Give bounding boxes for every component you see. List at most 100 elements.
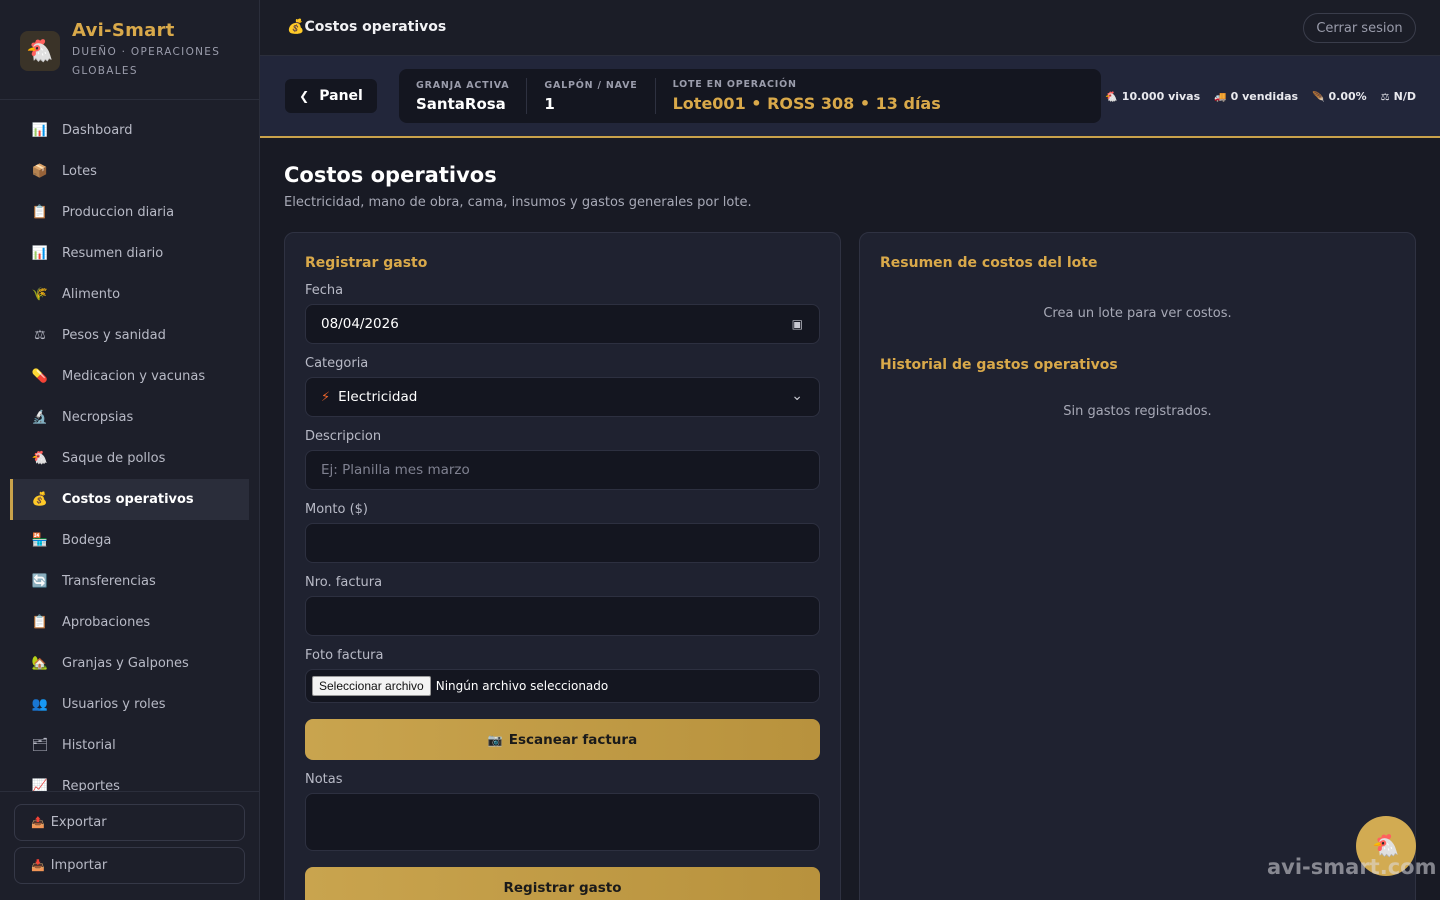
sidebar-item-lotes[interactable]: 📦 Lotes [10, 151, 249, 192]
sidebar-item-usuarios-y-roles[interactable]: 👥 Usuarios y roles [10, 684, 249, 725]
description-input[interactable]: Ej: Planilla mes marzo [305, 450, 820, 490]
sidebar-item-label: Resumen diario [62, 246, 164, 261]
aprobaciones-icon: 📋 [31, 615, 49, 630]
sidebar-item-produccion-diaria[interactable]: 📋 Produccion diaria [10, 192, 249, 233]
file-status: Ningún archivo seleccionado [435, 679, 609, 693]
saque-de-pollos-icon: 🐔 [31, 451, 49, 466]
chevron-down-icon: ⌄ [791, 388, 803, 404]
import-icon: 📥 [31, 859, 45, 872]
topbar: 💰Costos operativos Cerrar sesion [260, 0, 1440, 56]
sidebar-item-label: Alimento [62, 287, 121, 302]
stat-mortality-icon: 🪶 [1312, 92, 1325, 103]
scan-invoice-button[interactable]: 📷 Escanear factura [305, 719, 820, 760]
brand: 🐔 Avi-Smart DUEÑO · OPERACIONES GLOBALES [0, 0, 259, 100]
expense-history-empty: Sin gastos registrados. [1063, 404, 1212, 419]
invoice-number-label: Nro. factura [305, 575, 383, 590]
context-bar: ❮ Panel GRANJA ACTIVA SantaRosa GALPÓN /… [260, 56, 1440, 138]
user-role-line1: DUEÑO · OPERACIONES [72, 46, 221, 58]
active-shed-label: GALPÓN / NAVE [544, 79, 638, 91]
alimento-icon: 🌾 [31, 287, 49, 302]
topbar-title: 💰Costos operativos [287, 19, 446, 35]
amount-input[interactable] [305, 523, 820, 563]
user-role-line2: GLOBALES [72, 65, 138, 77]
money-bag-icon: 💰 [287, 19, 305, 35]
medicacion-y-vacunas-icon: 💊 [31, 369, 49, 384]
sidebar-item-reportes[interactable]: 📈 Reportes [10, 766, 249, 791]
active-shed: GALPÓN / NAVE 1 [527, 78, 656, 114]
sidebar-item-label: Historial [62, 738, 116, 753]
register-expense-button[interactable]: Registrar gasto [305, 867, 820, 900]
sidebar-item-label: Costos operativos [62, 492, 194, 507]
calendar-icon[interactable]: ▣ [792, 317, 803, 331]
sidebar-item-resumen-diario[interactable]: 📊 Resumen diario [10, 233, 249, 274]
date-input[interactable]: 08/04/2026 ▣ [305, 304, 820, 344]
sidebar-item-label: Lotes [62, 164, 97, 179]
reportes-icon: 📈 [31, 779, 49, 791]
export-button[interactable]: 📤 Exportar [14, 804, 245, 841]
sidebar-item-label: Aprobaciones [62, 615, 151, 630]
chevron-left-icon: ❮ [299, 89, 310, 103]
amount-label: Monto ($) [305, 502, 369, 517]
stat-weight-icon: ⚖ [1380, 92, 1390, 103]
sidebar-item-transferencias[interactable]: 🔄 Transferencias [10, 561, 249, 602]
notes-textarea[interactable] [305, 793, 820, 851]
register-expense-title: Registrar gasto [305, 255, 428, 271]
historial-icon: 🗂 [31, 738, 49, 753]
resumen-diario-icon: 📊 [31, 246, 49, 261]
category-label: Categoria [305, 356, 369, 371]
sidebar-item-necropsias[interactable]: 🔬 Necropsias [10, 397, 249, 438]
costos-operativos-icon: 💰 [31, 492, 49, 507]
sidebar-item-costos-operativos[interactable]: 💰 Costos operativos [10, 479, 249, 520]
brand-name: Avi-Smart [72, 20, 175, 41]
sidebar-item-label: Dashboard [62, 123, 133, 138]
active-farm-label: GRANJA ACTIVA [416, 79, 510, 91]
active-lot-value: Lote001 • ROSS 308 • 13 días [672, 94, 941, 113]
stat-mortality: 🪶 0.00% [1312, 90, 1367, 103]
stat-live-birds-value: 10.000 vivas [1121, 90, 1201, 103]
necropsias-icon: 🔬 [31, 410, 49, 425]
sidebar-nav: 📊 Dashboard 📦 Lotes 📋 Produccion diaria 📊 Resum… [10, 110, 249, 791]
export-label: Exportar [50, 815, 107, 830]
sidebar-item-pesos-y-sanidad[interactable]: ⚖ Pesos y sanidad [10, 315, 249, 356]
sidebar: 🐔 Avi-Smart DUEÑO · OPERACIONES GLOBALES… [0, 0, 260, 900]
sidebar-item-label: Bodega [62, 533, 112, 548]
cost-summary-title: Resumen de costos del lote [880, 255, 1098, 271]
sidebar-item-historial[interactable]: 🗂 Historial [10, 725, 249, 766]
import-button[interactable]: 📥 Importar [14, 847, 245, 884]
sidebar-item-label: Granjas y Galpones [62, 656, 189, 671]
sidebar-item-aprobaciones[interactable]: 📋 Aprobaciones [10, 602, 249, 643]
lotes-icon: 📦 [31, 164, 49, 179]
sidebar-item-label: Saque de pollos [62, 451, 166, 466]
import-label: Importar [50, 858, 108, 873]
sidebar-item-label: Usuarios y roles [62, 697, 166, 712]
dashboard-icon: 📊 [31, 123, 49, 138]
granjas-y-galpones-icon: 🏡 [31, 656, 49, 671]
page-subtitle: Electricidad, mano de obra, cama, insumo… [284, 195, 752, 210]
stat-weight-value: N/D [1393, 90, 1416, 103]
category-value: Electricidad [338, 389, 418, 405]
active-context: GRANJA ACTIVA SantaRosa GALPÓN / NAVE 1 … [399, 69, 1101, 123]
logout-button[interactable]: Cerrar sesion [1303, 13, 1416, 43]
sidebar-item-label: Medicacion y vacunas [62, 369, 206, 384]
invoice-number-input[interactable] [305, 596, 820, 636]
expense-history-title: Historial de gastos operativos [880, 357, 1118, 373]
panel-back-button[interactable]: ❮ Panel [285, 79, 377, 113]
bodega-icon: 🏪 [31, 533, 49, 548]
sidebar-item-saque-de-pollos[interactable]: 🐔 Saque de pollos [10, 438, 249, 479]
sidebar-item-dashboard[interactable]: 📊 Dashboard [10, 110, 249, 151]
sidebar-item-granjas-y-galpones[interactable]: 🏡 Granjas y Galpones [10, 643, 249, 684]
sidebar-item-bodega[interactable]: 🏪 Bodega [10, 520, 249, 561]
lot-stats: 🐔 10.000 vivas 🚚 0 vendidas 🪶 0.00% ⚖ N/D [1105, 90, 1416, 103]
produccion-diaria-icon: 📋 [31, 205, 49, 220]
sidebar-actions: 📤 Exportar 📥 Importar [0, 791, 259, 900]
lightning-icon: ⚡ [321, 389, 331, 405]
cost-summary-card: Resumen de costos del lote Crea un lote … [859, 232, 1416, 900]
sidebar-item-medicacion-y-vacunas[interactable]: 💊 Medicacion y vacunas [10, 356, 249, 397]
sidebar-item-label: Necropsias [62, 410, 134, 425]
camera-icon: 📷 [487, 732, 503, 747]
active-shed-value: 1 [544, 94, 555, 113]
scan-invoice-label: Escanear factura [508, 731, 638, 748]
choose-file-button[interactable]: Seleccionar archivo [312, 676, 431, 696]
sidebar-item-alimento[interactable]: 🌾 Alimento [10, 274, 249, 315]
category-select[interactable]: ⚡ Electricidad ⌄ [305, 377, 820, 417]
